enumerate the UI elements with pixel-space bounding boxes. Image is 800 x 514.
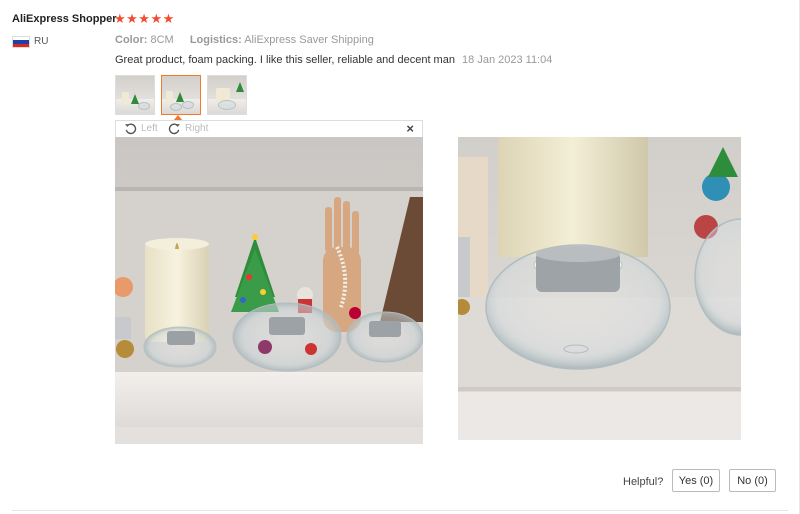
close-viewer-icon[interactable]: × (406, 121, 414, 136)
photo-thumbnail-3[interactable] (207, 75, 247, 115)
review-text: Great product, foam packing. I like this… (115, 54, 455, 66)
review-divider (12, 510, 788, 511)
review-photo-secondary-image (458, 137, 741, 440)
rotate-right-icon (168, 123, 180, 135)
photo-thumbnail-2[interactable] (161, 75, 201, 115)
helpful-no-button[interactable]: No (0) (729, 469, 776, 492)
reviewer-name: AliExpress Shopper (12, 13, 117, 25)
reviewer-country: RU (34, 36, 49, 47)
logistics-value: AliExpress Saver Shipping (244, 34, 374, 46)
photo-thumbnail-1[interactable] (115, 75, 155, 115)
rotate-right-button[interactable]: Right (168, 122, 208, 135)
logistics-label: Logistics: (189, 34, 242, 46)
rotate-left-label: Left (141, 123, 158, 134)
rotate-right-label: Right (185, 123, 209, 134)
review-date: 18 Jan 2023 11:04 (462, 54, 553, 66)
russia-flag-icon (12, 36, 30, 48)
review-photo-secondary[interactable] (458, 137, 741, 440)
order-details: Color: 8CM Logistics: AliExpress Saver S… (115, 34, 374, 46)
rating-stars: ★★★★★ (114, 11, 175, 26)
review-photo-image (115, 137, 423, 444)
rotate-left-button[interactable]: Left (124, 122, 158, 135)
helpful-yes-button[interactable]: Yes (0) (672, 469, 720, 492)
helpful-label: Helpful? (623, 476, 664, 488)
review-photo-enlarged[interactable] (115, 137, 423, 444)
review-body: Great product, foam packing. I like this… (115, 54, 552, 66)
color-value: 8CM (150, 34, 174, 46)
photo-thumbnails (115, 75, 247, 115)
photo-viewer-toolbar: Left Right × (115, 120, 423, 137)
color-label: Color: (115, 34, 148, 46)
rotate-left-icon (125, 123, 137, 135)
